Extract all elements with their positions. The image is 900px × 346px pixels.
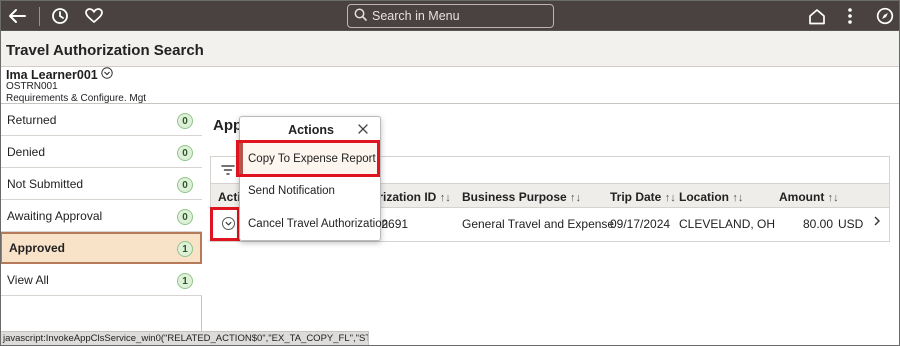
menu-item-copy-to-expense-report[interactable]: Copy To Expense Report [236,140,380,177]
top-navigation-bar: Search in Menu [0,0,900,31]
cell-location: CLEVELAND, OH [679,217,776,231]
home-icon[interactable] [806,5,828,27]
back-arrow-icon[interactable] [6,5,28,27]
search-icon [354,8,367,24]
count-badge: 1 [177,273,193,289]
count-badge: 0 [177,145,193,161]
column-header-label: Location [679,190,729,204]
count-badge: 1 [177,241,193,257]
column-header-label: Business Purpose [462,190,567,204]
column-header-label: Trip Date [610,190,662,204]
cell-currency: USD [838,217,864,231]
column-header-trip-date[interactable]: Trip Date ↑↓ [610,190,676,204]
page-title: Travel Authorization Search [6,42,204,59]
sidebar-item-label: Awaiting Approval [7,208,103,223]
sidebar-item-label: View All [7,272,49,287]
sidebar-item-label: Denied [7,144,46,159]
search-input[interactable]: Search in Menu [347,4,554,28]
employee-department: Requirements & Configure. Mgt [6,93,147,104]
actions-popup: Actions Cancel Travel Authorization Send… [239,116,388,241]
sidebar-item-label: Returned [7,112,57,127]
cell-amount: 80.00 [803,217,834,231]
sort-icon[interactable]: ↑↓ [732,192,743,204]
employee-name: Ima Learner001 [6,67,98,82]
sidebar-item-view-all[interactable]: View All 1 [0,264,202,296]
status-sidebar: Returned 0 Denied 0 Not Submitted 0 Awai… [0,104,202,334]
column-header-authorization-id[interactable]: orization ID ↑↓ [371,190,451,204]
count-badge: 0 [177,113,193,129]
count-badge: 0 [177,209,193,225]
chevron-down-circle-icon[interactable] [101,67,113,82]
menu-item-send-notification[interactable]: Send Notification [248,185,335,197]
sort-icon[interactable]: ↑↓ [440,192,451,204]
column-header-label: Amount [779,190,825,204]
sidebar-item-label: Not Submitted [7,176,84,191]
column-header-location[interactable]: Location ↑↓ [679,190,743,204]
employee-id: OSTRN001 [6,81,58,92]
sort-icon[interactable]: ↑↓ [665,192,676,204]
filter-icon[interactable] [218,160,238,180]
column-header-business-purpose[interactable]: Business Purpose ↑↓ [462,190,581,204]
sidebar-item-not-submitted[interactable]: Not Submitted 0 [0,168,202,200]
sort-icon[interactable]: ↑↓ [828,192,839,204]
more-vertical-icon[interactable] [839,5,861,27]
favorites-heart-icon[interactable] [83,5,105,27]
navigator-compass-icon[interactable] [874,5,896,27]
employee-info: Ima Learner001 OSTRN001 Requirements & C… [0,67,900,104]
cell-business-purpose: General Travel and Expense [462,217,615,231]
related-actions-highlight [210,207,240,241]
menu-item-cancel-travel-authorization[interactable]: Cancel Travel Authorization [248,218,388,230]
sidebar-item-returned[interactable]: Returned 0 [0,104,202,136]
menu-item-label: Copy To Expense Report [248,153,376,165]
selected-indicator-bar [239,143,243,174]
sidebar-item-denied[interactable]: Denied 0 [0,136,202,168]
sidebar-item-awaiting-approval[interactable]: Awaiting Approval 0 [0,200,202,232]
browser-status-bar: javascript:InvokeAppClsService_win0("REL… [0,331,369,346]
search-placeholder: Search in Menu [372,9,460,23]
toolbar-separator [39,7,40,26]
sidebar-item-approved[interactable]: Approved 1 [0,232,202,264]
history-icon[interactable] [49,5,71,27]
sidebar-item-label: Approved [9,241,66,255]
sort-icon[interactable]: ↑↓ [570,192,581,204]
cell-trip-date: 09/17/2024 [610,217,671,231]
close-icon[interactable] [356,122,370,136]
column-header-amount[interactable]: Amount ↑↓ [779,190,839,204]
chevron-right-icon[interactable] [873,215,881,230]
count-badge: 0 [177,177,193,193]
page-header: Travel Authorization Search [0,31,900,67]
main-section-title: App [213,117,243,134]
employee-name-dropdown[interactable]: Ima Learner001 [6,67,113,82]
